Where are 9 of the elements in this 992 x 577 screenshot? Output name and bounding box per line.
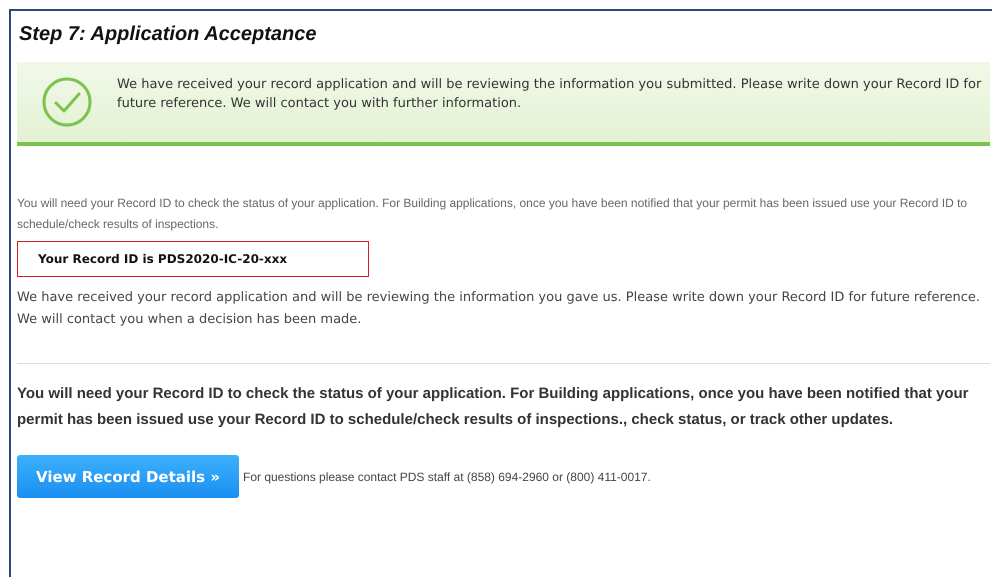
received-message: We have received your record application and will be reviewing the information you gave us. Please write down your Record ID for future reference. We will contact you when a decision has been made. — [17, 289, 982, 329]
step-title: Step 7: Application Acceptance — [19, 23, 318, 46]
check-circle-icon — [41, 76, 93, 128]
notice-text: We have received your record application and will be reviewing the information you submitted. Please write down your Record ID for future reference. We will contact you with further information. — [117, 76, 982, 113]
record-id-text: Your Record ID is PDS2020-IC-20-xxx — [37, 252, 288, 266]
status-info-text: You will need your Record ID to check the status of your application. For Building applications, once you have been notified that your permit has been issued use your Record ID to schedule/check results of inspections. — [17, 195, 968, 233]
view-record-details-button[interactable]: View Record Details » — [17, 455, 239, 498]
instructions-text: You will need your Record ID to check the status of your application. For Building applications, once you have been notified that your permit has been issued use your Record ID to schedule/check results of inspections., check status, or track other updates. — [17, 384, 970, 430]
contact-text: For questions please contact PDS staff at (858) 694-2960 or (800) 411-0017. — [243, 470, 651, 484]
